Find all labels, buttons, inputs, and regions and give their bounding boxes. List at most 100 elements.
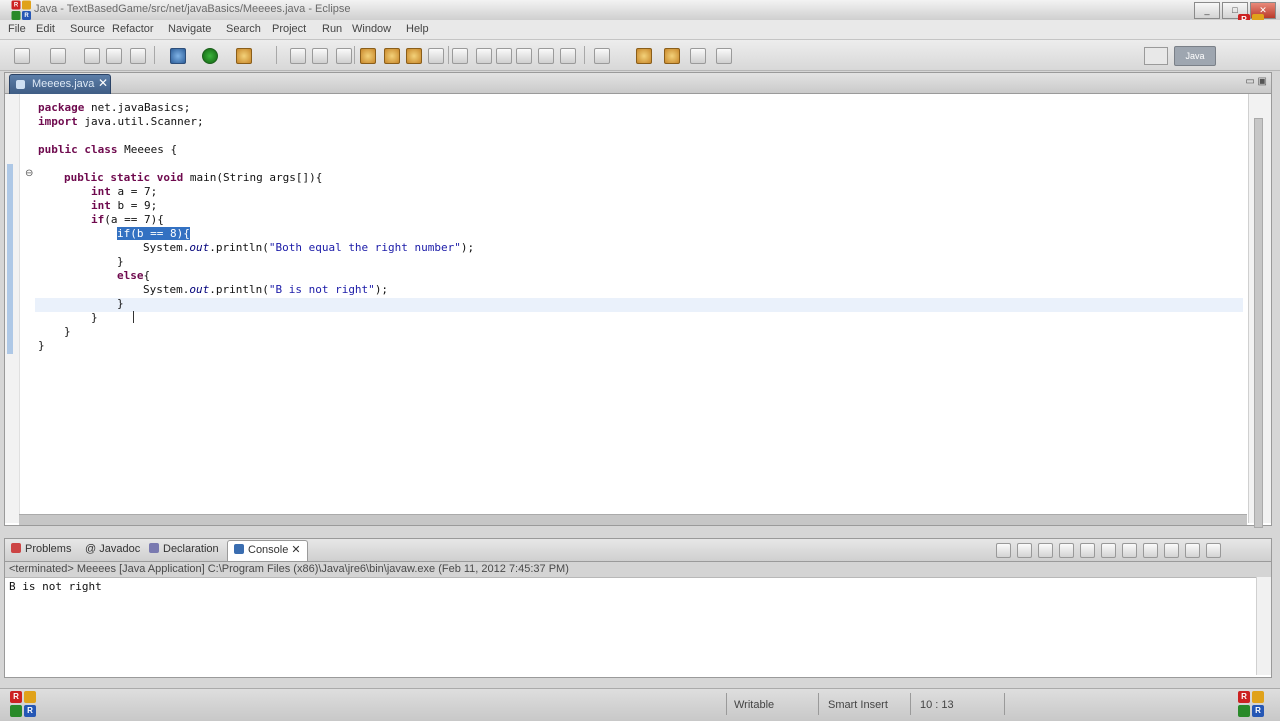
pin-console-icon[interactable]: [1122, 543, 1137, 558]
minimize-maximize-icon[interactable]: ▭ ▣: [1245, 76, 1267, 87]
new-icon[interactable]: [14, 48, 30, 64]
window-title: Java - TextBasedGame/src/net/javaBasics/…: [34, 3, 351, 15]
selected-code: if(b == 8){: [117, 227, 190, 240]
pin-icon[interactable]: [560, 48, 576, 64]
editor-tab-label: Meeees.java: [32, 78, 95, 90]
console-toolbar: [996, 543, 1221, 558]
scroll-lock-icon[interactable]: [1080, 543, 1095, 558]
close-tab-icon[interactable]: ✕: [98, 76, 108, 90]
search-icon[interactable]: [406, 48, 422, 64]
open-console-icon[interactable]: [1164, 543, 1179, 558]
problems-icon: [11, 543, 21, 553]
code-token: class: [84, 143, 118, 156]
console-launch-info: <terminated> Meeees [Java Application] C…: [5, 562, 1271, 578]
tab-problems-label: Problems: [25, 543, 72, 555]
external-tools-icon[interactable]: [236, 48, 252, 64]
new-java-project-icon[interactable]: [290, 48, 306, 64]
save-icon[interactable]: [50, 48, 66, 64]
editor-tab-meeees[interactable]: Meeees.java ✕: [9, 74, 111, 94]
terminal-icon[interactable]: [130, 48, 146, 64]
block-select-icon[interactable]: [516, 48, 532, 64]
toolbar-separator: [448, 46, 449, 64]
menu-navigate[interactable]: Navigate: [168, 23, 211, 35]
fold-icon[interactable]: ⊖: [25, 168, 33, 179]
code-line-13: else{: [117, 269, 150, 283]
code-token: net.javaBasics;: [84, 101, 191, 114]
close-console-icon[interactable]: ✕: [291, 544, 300, 556]
editor-horizontal-scrollbar[interactable]: [19, 514, 1247, 525]
bottom-tab-bar: Problems @ Javadoc Declaration Console ✕: [5, 539, 1271, 562]
status-writable: Writable: [734, 699, 775, 711]
pen-icon[interactable]: [428, 48, 444, 64]
code-line-16: }: [91, 311, 98, 324]
overlay-badge-bottom-right: RR: [1238, 691, 1266, 719]
menu-run[interactable]: Run: [322, 23, 342, 35]
menu-window[interactable]: Window: [352, 23, 391, 35]
code-line-2: import java.util.Scanner;: [38, 115, 204, 129]
menu-refactor[interactable]: Refactor: [112, 23, 154, 35]
java-perspective-button[interactable]: Java: [1174, 46, 1216, 66]
code-line-10: if(b == 8){: [117, 227, 190, 241]
toolbar-separator: [154, 46, 155, 64]
word-wrap-icon[interactable]: [1101, 543, 1116, 558]
menu-help[interactable]: Help: [406, 23, 429, 35]
remove-launch-icon[interactable]: [1017, 543, 1032, 558]
text-cursor: [133, 311, 134, 323]
save-all-icon[interactable]: [84, 48, 100, 64]
code-token: public: [64, 171, 104, 184]
run-icon[interactable]: [202, 48, 218, 64]
menu-project[interactable]: Project: [272, 23, 306, 35]
tab-declaration[interactable]: Declaration: [149, 543, 219, 555]
console-output[interactable]: B is not right: [9, 580, 102, 593]
debug-icon[interactable]: [170, 48, 186, 64]
open-task-icon[interactable]: [384, 48, 400, 64]
code-line-15: }: [117, 297, 124, 310]
code-line-1: package net.javaBasics;: [38, 101, 190, 115]
menu-source[interactable]: Source: [70, 23, 105, 35]
new-package-icon[interactable]: [312, 48, 328, 64]
minimize-button[interactable]: _: [1194, 2, 1220, 19]
code-token: b = 9;: [110, 199, 158, 212]
forward-icon[interactable]: [716, 48, 732, 64]
code-token: );: [374, 283, 389, 296]
maximize-view-icon[interactable]: [1206, 543, 1221, 558]
menu-edit[interactable]: Edit: [36, 23, 55, 35]
status-separator: [910, 693, 911, 715]
status-separator: [818, 693, 819, 715]
overview-ruler[interactable]: [1248, 94, 1271, 528]
prev-annotation-icon[interactable]: [636, 48, 652, 64]
new-class-icon[interactable]: [336, 48, 352, 64]
toolbar-separator: [276, 46, 277, 64]
display-console-icon[interactable]: [1143, 543, 1158, 558]
code-line-4: public class Meeees {: [38, 143, 177, 157]
editor-vertical-scrollbar[interactable]: [1254, 118, 1263, 528]
open-type-icon[interactable]: [360, 48, 376, 64]
last-edit-icon[interactable]: [664, 48, 680, 64]
annotation-icon[interactable]: [452, 48, 468, 64]
open-perspective-button[interactable]: [1144, 47, 1168, 65]
clear-console-icon[interactable]: [1059, 543, 1074, 558]
code-token: import: [38, 115, 78, 128]
remove-all-icon[interactable]: [1038, 543, 1053, 558]
code-token: a = 7;: [110, 185, 158, 198]
menu-file[interactable]: File: [8, 23, 26, 35]
java-file-icon: [16, 80, 25, 89]
tab-console[interactable]: Console ✕: [227, 540, 308, 561]
tab-javadoc[interactable]: @ Javadoc: [85, 543, 140, 555]
next-annotation-icon[interactable]: [594, 48, 610, 64]
code-line-12: }: [117, 255, 124, 268]
back-icon[interactable]: [690, 48, 706, 64]
console-vertical-scrollbar[interactable]: [1256, 577, 1271, 675]
print-icon[interactable]: [106, 48, 122, 64]
code-token: "B is not right": [268, 283, 375, 296]
show-whitespace-icon[interactable]: [538, 48, 554, 64]
highlight-icon[interactable]: [476, 48, 492, 64]
toggle-mark-icon[interactable]: [496, 48, 512, 64]
code-token: "Both equal the right number": [268, 241, 461, 254]
minimize-view-icon[interactable]: [1185, 543, 1200, 558]
menu-search[interactable]: Search: [226, 23, 261, 35]
code-token: System.: [143, 283, 190, 296]
tab-problems[interactable]: Problems: [11, 543, 71, 555]
code-token: if: [91, 213, 105, 226]
terminate-icon[interactable]: [996, 543, 1011, 558]
